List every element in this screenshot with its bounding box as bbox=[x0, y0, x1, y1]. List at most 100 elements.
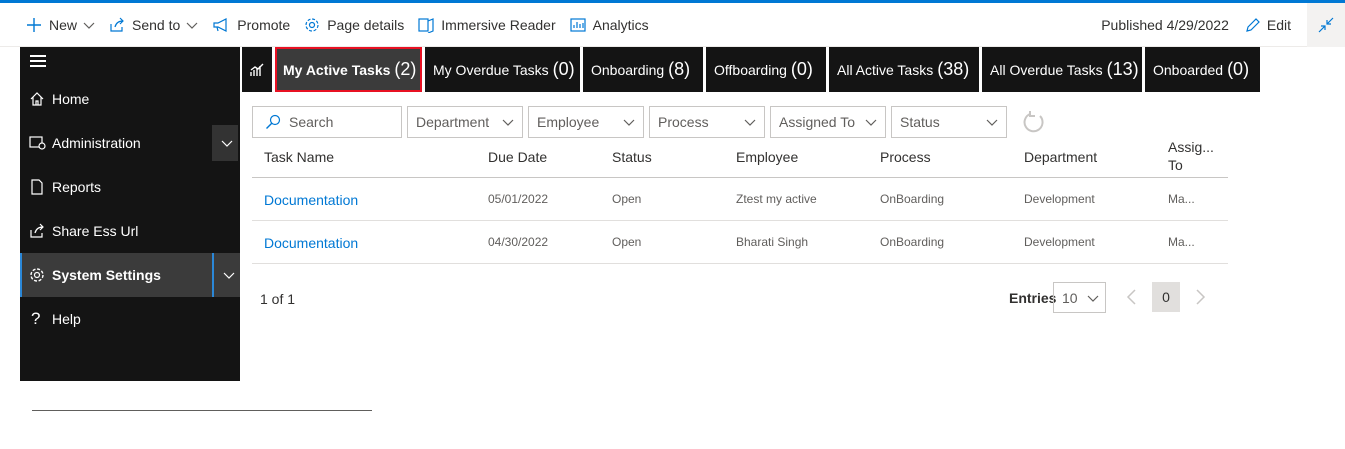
expand-administration-button[interactable] bbox=[212, 125, 238, 161]
table-header: Task Name Due Date Status Employee Proce… bbox=[252, 136, 1228, 178]
tab-count: (0) bbox=[1227, 59, 1250, 79]
published-status: Published 4/29/2022 bbox=[1101, 17, 1229, 33]
tab-offboarding[interactable]: Offboarding (0) bbox=[706, 47, 826, 92]
tab-label: All Active Tasks bbox=[837, 61, 934, 78]
entries-per-page-dropdown[interactable]: 10 bbox=[1053, 282, 1106, 313]
column-header-status[interactable]: Status bbox=[612, 149, 652, 165]
sidebar-item-share-ess-url[interactable]: Share Ess Url bbox=[20, 209, 240, 253]
analytics-button[interactable]: Analytics bbox=[563, 3, 656, 47]
sidebar-item-help[interactable]: ? Help bbox=[20, 297, 240, 341]
sidebar-item-administration[interactable]: Administration bbox=[20, 121, 240, 165]
tasks-table: Task Name Due Date Status Employee Proce… bbox=[252, 136, 1228, 264]
assigned-to-cell: Ma... bbox=[1168, 235, 1195, 249]
page-info: 1 of 1 bbox=[260, 291, 296, 307]
refresh-icon bbox=[1023, 111, 1044, 133]
share-icon bbox=[30, 223, 44, 238]
promote-label: Promote bbox=[237, 16, 291, 33]
column-header-due-date[interactable]: Due Date bbox=[488, 149, 547, 165]
share-icon bbox=[110, 17, 124, 32]
send-to-label: Send to bbox=[132, 16, 181, 33]
tab-count: (38) bbox=[937, 59, 970, 79]
entries-label: Entries bbox=[1009, 290, 1057, 306]
promote-button[interactable]: Promote bbox=[205, 3, 297, 47]
home-icon bbox=[30, 92, 44, 106]
assigned-to-dropdown[interactable]: Assigned To bbox=[770, 106, 886, 138]
current-page-button[interactable]: 0 bbox=[1152, 282, 1180, 312]
filter-bar: Search Department Employee Process Assig… bbox=[252, 106, 1048, 138]
column-header-task-name[interactable]: Task Name bbox=[264, 149, 334, 165]
chevron-down-icon bbox=[623, 119, 635, 126]
tab-my-active-tasks[interactable]: My Active Tasks (2) bbox=[275, 47, 422, 92]
employee-dropdown[interactable]: Employee bbox=[528, 106, 644, 138]
chart-tab-button[interactable] bbox=[242, 47, 272, 92]
process-cell: OnBoarding bbox=[880, 235, 945, 249]
refresh-button[interactable] bbox=[1020, 106, 1048, 138]
search-icon bbox=[266, 114, 281, 129]
immersive-reader-icon bbox=[418, 17, 434, 33]
column-header-assigned-to[interactable]: Assig... To bbox=[1168, 138, 1218, 174]
employee-cell: Bharati Singh bbox=[736, 235, 809, 249]
dropdown-label: Process bbox=[658, 114, 709, 130]
dropdown-label: Department bbox=[416, 114, 490, 130]
process-dropdown[interactable]: Process bbox=[649, 106, 765, 138]
status-cell: Open bbox=[612, 192, 642, 206]
table-row: Documentation 04/30/2022 Open Bharati Si… bbox=[252, 221, 1228, 264]
due-date-cell: 04/30/2022 bbox=[488, 235, 549, 249]
status-dropdown[interactable]: Status bbox=[891, 106, 1007, 138]
sidebar-item-label: Help bbox=[52, 311, 81, 327]
analytics-icon bbox=[570, 17, 586, 32]
task-name-link[interactable]: Documentation bbox=[264, 235, 358, 251]
tab-count: (0) bbox=[552, 59, 575, 79]
tab-all-overdue-tasks[interactable]: All Overdue Tasks (13) bbox=[982, 47, 1142, 92]
plus-icon bbox=[27, 17, 41, 32]
tab-my-overdue-tasks[interactable]: My Overdue Tasks (0) bbox=[425, 47, 580, 92]
page-details-button[interactable]: Page details bbox=[297, 3, 411, 47]
tab-label: My Active Tasks bbox=[283, 61, 391, 78]
pencil-icon bbox=[1246, 18, 1260, 32]
search-input[interactable]: Search bbox=[252, 106, 402, 138]
immersive-reader-button[interactable]: Immersive Reader bbox=[411, 3, 562, 47]
tab-onboarding[interactable]: Onboarding (8) bbox=[583, 47, 703, 92]
sidebar-item-home[interactable]: Home bbox=[20, 77, 240, 121]
chevron-down-icon bbox=[744, 119, 756, 126]
tab-count: (8) bbox=[668, 59, 691, 79]
question-icon: ? bbox=[31, 309, 41, 328]
sidebar-item-label: System Settings bbox=[52, 267, 161, 283]
edit-button[interactable]: Edit bbox=[1245, 17, 1291, 33]
divider-line bbox=[32, 410, 372, 411]
column-header-department[interactable]: Department bbox=[1024, 149, 1097, 165]
tab-onboarded[interactable]: Onboarded (0) bbox=[1145, 47, 1260, 92]
command-bar: New Send to Promote Page details Immersi… bbox=[0, 3, 1345, 47]
department-dropdown[interactable]: Department bbox=[407, 106, 523, 138]
next-page-button[interactable] bbox=[1192, 288, 1208, 306]
tab-count: (2) bbox=[394, 59, 417, 79]
status-cell: Open bbox=[612, 235, 642, 249]
new-label: New bbox=[49, 16, 78, 33]
sidebar-item-reports[interactable]: Reports bbox=[20, 165, 240, 209]
task-name-link[interactable]: Documentation bbox=[264, 192, 358, 208]
sidebar-item-label: Administration bbox=[52, 135, 141, 151]
chevron-down-icon bbox=[221, 140, 233, 147]
collapse-icon bbox=[1318, 17, 1334, 33]
table-footer: 1 of 1 Entries 10 0 bbox=[252, 282, 1228, 314]
hamburger-menu-icon[interactable] bbox=[30, 55, 46, 69]
chevron-down-icon bbox=[223, 272, 235, 279]
send-to-button[interactable]: Send to bbox=[102, 3, 205, 47]
immersive-reader-label: Immersive Reader bbox=[441, 16, 556, 33]
chevron-down-icon bbox=[502, 119, 514, 126]
table-row: Documentation 05/01/2022 Open Ztest my a… bbox=[252, 178, 1228, 221]
collapse-button[interactable] bbox=[1307, 3, 1345, 47]
chart-icon bbox=[250, 63, 264, 76]
due-date-cell: 05/01/2022 bbox=[488, 192, 549, 206]
expand-system-settings-button[interactable] bbox=[212, 253, 238, 297]
new-button[interactable]: New bbox=[0, 3, 102, 47]
employee-cell: Ztest my active bbox=[736, 192, 817, 206]
column-header-employee[interactable]: Employee bbox=[736, 149, 798, 165]
column-header-process[interactable]: Process bbox=[880, 149, 931, 165]
process-cell: OnBoarding bbox=[880, 192, 945, 206]
current-page-number: 0 bbox=[1162, 289, 1170, 305]
document-icon bbox=[31, 179, 43, 195]
previous-page-button[interactable] bbox=[1124, 288, 1140, 306]
tab-all-active-tasks[interactable]: All Active Tasks (38) bbox=[829, 47, 979, 92]
sidebar-item-system-settings[interactable]: System Settings bbox=[20, 253, 240, 297]
